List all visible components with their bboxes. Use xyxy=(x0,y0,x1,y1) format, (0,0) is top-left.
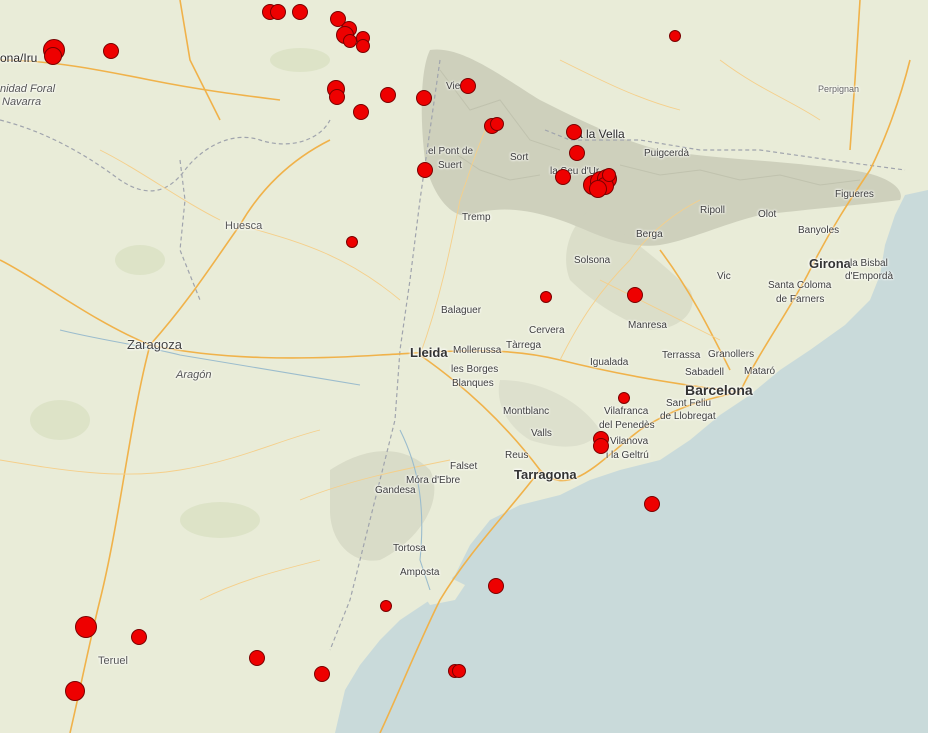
place-label: Falset xyxy=(450,461,478,472)
place-label: el Pont de xyxy=(428,146,474,157)
earthquake-marker[interactable] xyxy=(314,666,330,682)
place-label: Tarragona xyxy=(514,467,577,482)
place-label: Berga xyxy=(636,229,663,240)
place-label: Puigcerdà xyxy=(644,148,690,159)
earthquake-marker[interactable] xyxy=(490,117,504,131)
place-label: Mollerussa xyxy=(453,345,502,356)
map-canvas[interactable]: ona/Iru nidad Foral Navarra Viel a la Vella e… xyxy=(0,0,928,733)
earthquake-marker[interactable] xyxy=(669,30,681,42)
place-label: Gandesa xyxy=(375,485,416,496)
earthquake-marker[interactable] xyxy=(644,496,660,512)
earthquake-marker[interactable] xyxy=(569,145,585,161)
earthquake-marker[interactable] xyxy=(618,392,630,404)
place-label: a la Vella xyxy=(576,127,625,141)
place-label: Balaguer xyxy=(441,305,482,316)
earthquake-marker[interactable] xyxy=(329,89,345,105)
place-label: Vic xyxy=(717,271,731,282)
place-label: Suert xyxy=(438,160,462,171)
place-label: la Bisbal xyxy=(850,258,888,269)
place-label: nidad Foral xyxy=(0,83,56,95)
earthquake-marker[interactable] xyxy=(343,34,357,48)
place-label: Sabadell xyxy=(685,367,724,378)
place-label: Tàrrega xyxy=(506,340,542,351)
place-label: Vilanova xyxy=(610,436,649,447)
earthquake-marker[interactable] xyxy=(416,90,432,106)
place-label: Igualada xyxy=(590,357,629,368)
place-label: Perpignan xyxy=(818,84,860,94)
place-label: Mataró xyxy=(744,366,776,377)
place-label: Solsona xyxy=(574,255,611,266)
place-label: del Penedès xyxy=(599,420,655,431)
place-label: Girona xyxy=(809,256,851,271)
place-label: Tremp xyxy=(462,212,491,223)
place-label: Manresa xyxy=(628,320,667,331)
place-label: Cervera xyxy=(529,325,565,336)
earthquake-marker[interactable] xyxy=(65,681,85,701)
place-label: Valls xyxy=(531,428,552,439)
place-label: Olot xyxy=(758,209,777,220)
earthquake-marker[interactable] xyxy=(627,287,643,303)
place-label: d'Empordà xyxy=(845,271,894,282)
earthquake-marker[interactable] xyxy=(380,87,396,103)
place-label: Sant Feliu xyxy=(666,398,712,409)
earthquake-marker[interactable] xyxy=(346,236,358,248)
place-label: Navarra xyxy=(2,96,42,108)
place-label: Tortosa xyxy=(393,543,426,554)
place-label: Banyoles xyxy=(798,225,840,236)
earthquake-marker[interactable] xyxy=(452,664,466,678)
place-label: de Llobregat xyxy=(660,411,716,422)
place-label: i la Geltrú xyxy=(606,450,649,461)
earthquake-marker[interactable] xyxy=(589,180,607,198)
earthquake-marker[interactable] xyxy=(602,168,616,182)
place-label: Terrassa xyxy=(662,350,701,361)
place-label: Barcelona xyxy=(685,382,753,398)
place-label: ona/Iru xyxy=(0,51,38,65)
place-label: les Borges xyxy=(451,364,499,375)
place-label: Blanques xyxy=(452,378,494,389)
place-label: Santa Coloma xyxy=(768,280,832,291)
place-label: Ripoll xyxy=(700,205,726,216)
place-label: Reus xyxy=(505,450,529,461)
earthquake-marker[interactable] xyxy=(75,616,97,638)
place-label: Huesca xyxy=(225,220,263,232)
place-label: Aragón xyxy=(176,369,212,381)
place-label: Figueres xyxy=(835,189,874,200)
earthquake-marker[interactable] xyxy=(292,4,308,20)
earthquake-marker[interactable] xyxy=(103,43,119,59)
earthquake-marker[interactable] xyxy=(380,600,392,612)
earthquake-marker[interactable] xyxy=(356,39,370,53)
earthquake-marker[interactable] xyxy=(417,162,433,178)
place-label: Amposta xyxy=(400,567,440,578)
earthquake-marker[interactable] xyxy=(540,291,552,303)
earthquake-marker[interactable] xyxy=(488,578,504,594)
place-label: Sort xyxy=(510,152,529,163)
earthquake-marker[interactable] xyxy=(270,4,286,20)
earthquake-marker[interactable] xyxy=(460,78,476,94)
earthquake-marker[interactable] xyxy=(593,438,609,454)
earthquake-marker[interactable] xyxy=(555,169,571,185)
earthquake-marker[interactable] xyxy=(249,650,265,666)
earthquake-marker[interactable] xyxy=(566,124,582,140)
earthquake-marker[interactable] xyxy=(131,629,147,645)
earthquake-marker[interactable] xyxy=(353,104,369,120)
place-label: Zaragoza xyxy=(127,337,182,352)
earthquake-marker[interactable] xyxy=(44,47,62,65)
place-label: Lleida xyxy=(410,345,448,360)
place-label: Granollers xyxy=(708,349,755,360)
place-label: Teruel xyxy=(98,655,128,667)
place-label: Vilafranca xyxy=(604,406,649,417)
place-label: de Farners xyxy=(776,294,825,305)
place-label: Montblanc xyxy=(503,406,550,417)
